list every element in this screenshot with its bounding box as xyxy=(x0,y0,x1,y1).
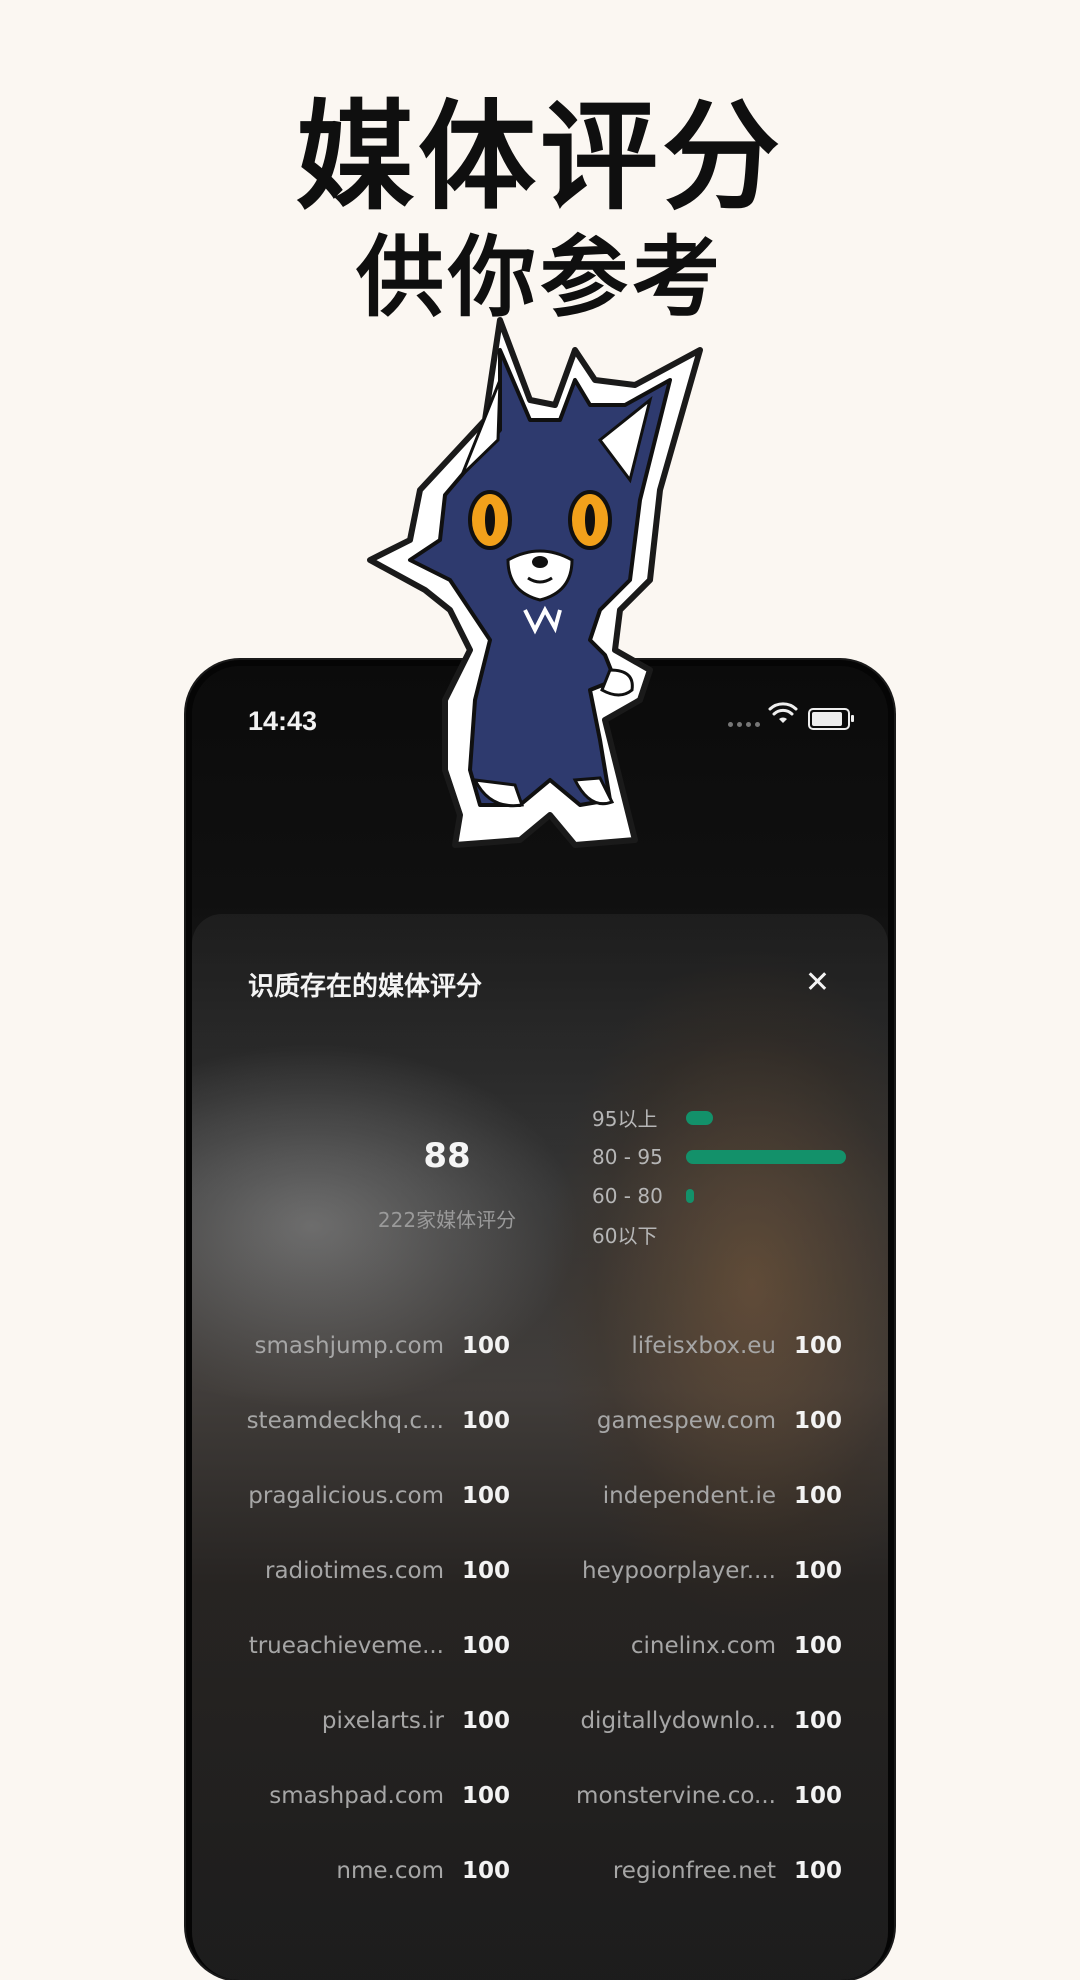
distribution-bar xyxy=(686,1110,713,1125)
review-item-right[interactable]: regionfree.net 100 xyxy=(560,1833,844,1908)
review-site: smashpad.com xyxy=(269,1782,444,1809)
review-item-left[interactable]: trueachieveme... 100 xyxy=(242,1608,512,1683)
distribution-label: 80 - 95 xyxy=(592,1144,663,1169)
review-row: pragalicious.com 100 independent.ie 100 xyxy=(242,1458,842,1533)
review-item-left[interactable]: nme.com 100 xyxy=(242,1833,512,1908)
review-score: 100 xyxy=(462,1632,511,1659)
score-distribution: 95以上 80 - 95 60 - 80 60以下 xyxy=(592,1098,852,1254)
review-site: nme.com xyxy=(336,1857,444,1884)
review-site: pixelarts.ir xyxy=(321,1707,444,1734)
review-site: pragalicious.com xyxy=(248,1482,444,1509)
review-row: pixelarts.ir 100 digitallydownlo... 100 xyxy=(242,1683,842,1758)
distribution-bar xyxy=(686,1149,846,1164)
sheet-title: 识质存在的媒体评分 xyxy=(248,972,483,1002)
review-item-right[interactable]: heypoorplayer.... 100 xyxy=(560,1533,844,1608)
review-site: cinelinx.com xyxy=(630,1632,776,1659)
review-row: smashpad.com 100 monstervine.co... 100 xyxy=(242,1758,842,1833)
review-score: 100 xyxy=(462,1407,511,1434)
review-item-left[interactable]: steamdeckhq.c... 100 xyxy=(242,1383,512,1458)
review-score: 100 xyxy=(794,1857,843,1884)
review-site: radiotimes.com xyxy=(265,1557,444,1584)
review-row: smashjump.com 100 lifeisxbox.eu 100 xyxy=(242,1308,842,1383)
review-item-right[interactable]: monstervine.co... 100 xyxy=(560,1758,844,1833)
review-item-right[interactable]: digitallydownlo... 100 xyxy=(560,1683,844,1758)
distribution-row: 80 - 95 xyxy=(592,1137,852,1176)
review-score: 100 xyxy=(794,1332,843,1359)
review-score: 100 xyxy=(462,1557,511,1584)
status-time: 14:43 xyxy=(248,706,318,736)
distribution-label: 60 - 80 xyxy=(592,1183,663,1208)
review-score: 100 xyxy=(462,1332,511,1359)
review-score: 100 xyxy=(462,1782,511,1809)
review-item-right[interactable]: gamespew.com 100 xyxy=(560,1383,844,1458)
review-score: 100 xyxy=(794,1707,843,1734)
review-item-left[interactable]: pixelarts.ir 100 xyxy=(242,1683,512,1758)
review-site: smashjump.com xyxy=(254,1332,444,1359)
review-item-left[interactable]: smashjump.com 100 xyxy=(242,1308,512,1383)
review-site: monstervine.co... xyxy=(576,1782,776,1809)
review-site: lifeisxbox.eu xyxy=(631,1332,776,1359)
review-score: 100 xyxy=(462,1482,511,1509)
distribution-row: 95以上 xyxy=(592,1098,852,1137)
signal-icon xyxy=(728,722,760,727)
review-score: 100 xyxy=(794,1782,843,1809)
review-list: smashjump.com 100 lifeisxbox.eu 100 steamdec… xyxy=(242,1308,842,1908)
review-score: 100 xyxy=(462,1707,511,1734)
review-item-right[interactable]: independent.ie 100 xyxy=(560,1458,844,1533)
distribution-bar xyxy=(686,1188,694,1203)
review-site: heypoorplayer.... xyxy=(582,1557,776,1584)
review-site: trueachieveme... xyxy=(248,1632,444,1659)
review-item-left[interactable]: smashpad.com 100 xyxy=(242,1758,512,1833)
average-score: 88 xyxy=(423,1136,471,1176)
review-item-left[interactable]: radiotimes.com 100 xyxy=(242,1533,512,1608)
review-item-left[interactable]: pragalicious.com 100 xyxy=(242,1458,512,1533)
battery-icon xyxy=(808,708,854,730)
review-site: independent.ie xyxy=(602,1482,776,1509)
wifi-icon xyxy=(768,702,798,723)
promo-title: 媒体评分 xyxy=(295,88,784,226)
review-row: steamdeckhq.c... 100 gamespew.com 100 xyxy=(242,1383,842,1458)
phone-frame: 14:43 识质存在的媒体评分 ✕ 88 222家媒体评分 95以上 80 - 9… xyxy=(186,660,894,1980)
review-site: gamespew.com xyxy=(596,1407,776,1434)
cat-mascot-icon xyxy=(367,317,703,848)
review-score: 100 xyxy=(462,1857,511,1884)
review-row: trueachieveme... 100 cinelinx.com 100 xyxy=(242,1608,842,1683)
distribution-label: 60以下 xyxy=(592,1224,658,1248)
review-row: nme.com 100 regionfree.net 100 xyxy=(242,1833,842,1908)
review-site: digitallydownlo... xyxy=(580,1707,776,1734)
review-score: 100 xyxy=(794,1407,843,1434)
close-icon[interactable]: ✕ xyxy=(805,968,830,998)
distribution-label: 95以上 xyxy=(592,1107,658,1131)
review-item-right[interactable]: lifeisxbox.eu 100 xyxy=(560,1308,844,1383)
review-row: radiotimes.com 100 heypoorplayer.... 100 xyxy=(242,1533,842,1608)
review-score: 100 xyxy=(794,1632,843,1659)
score-caption: 222家媒体评分 xyxy=(377,1208,517,1232)
review-item-right[interactable]: cinelinx.com 100 xyxy=(560,1608,844,1683)
app-screen: 14:43 识质存在的媒体评分 ✕ 88 222家媒体评分 95以上 80 - 9… xyxy=(192,666,888,1980)
distribution-row: 60 - 80 xyxy=(592,1176,852,1215)
review-site: steamdeckhq.c... xyxy=(246,1407,444,1434)
review-score: 100 xyxy=(794,1482,843,1509)
review-score: 100 xyxy=(794,1557,843,1584)
review-site: regionfree.net xyxy=(612,1857,776,1884)
distribution-row: 60以下 xyxy=(592,1215,852,1254)
